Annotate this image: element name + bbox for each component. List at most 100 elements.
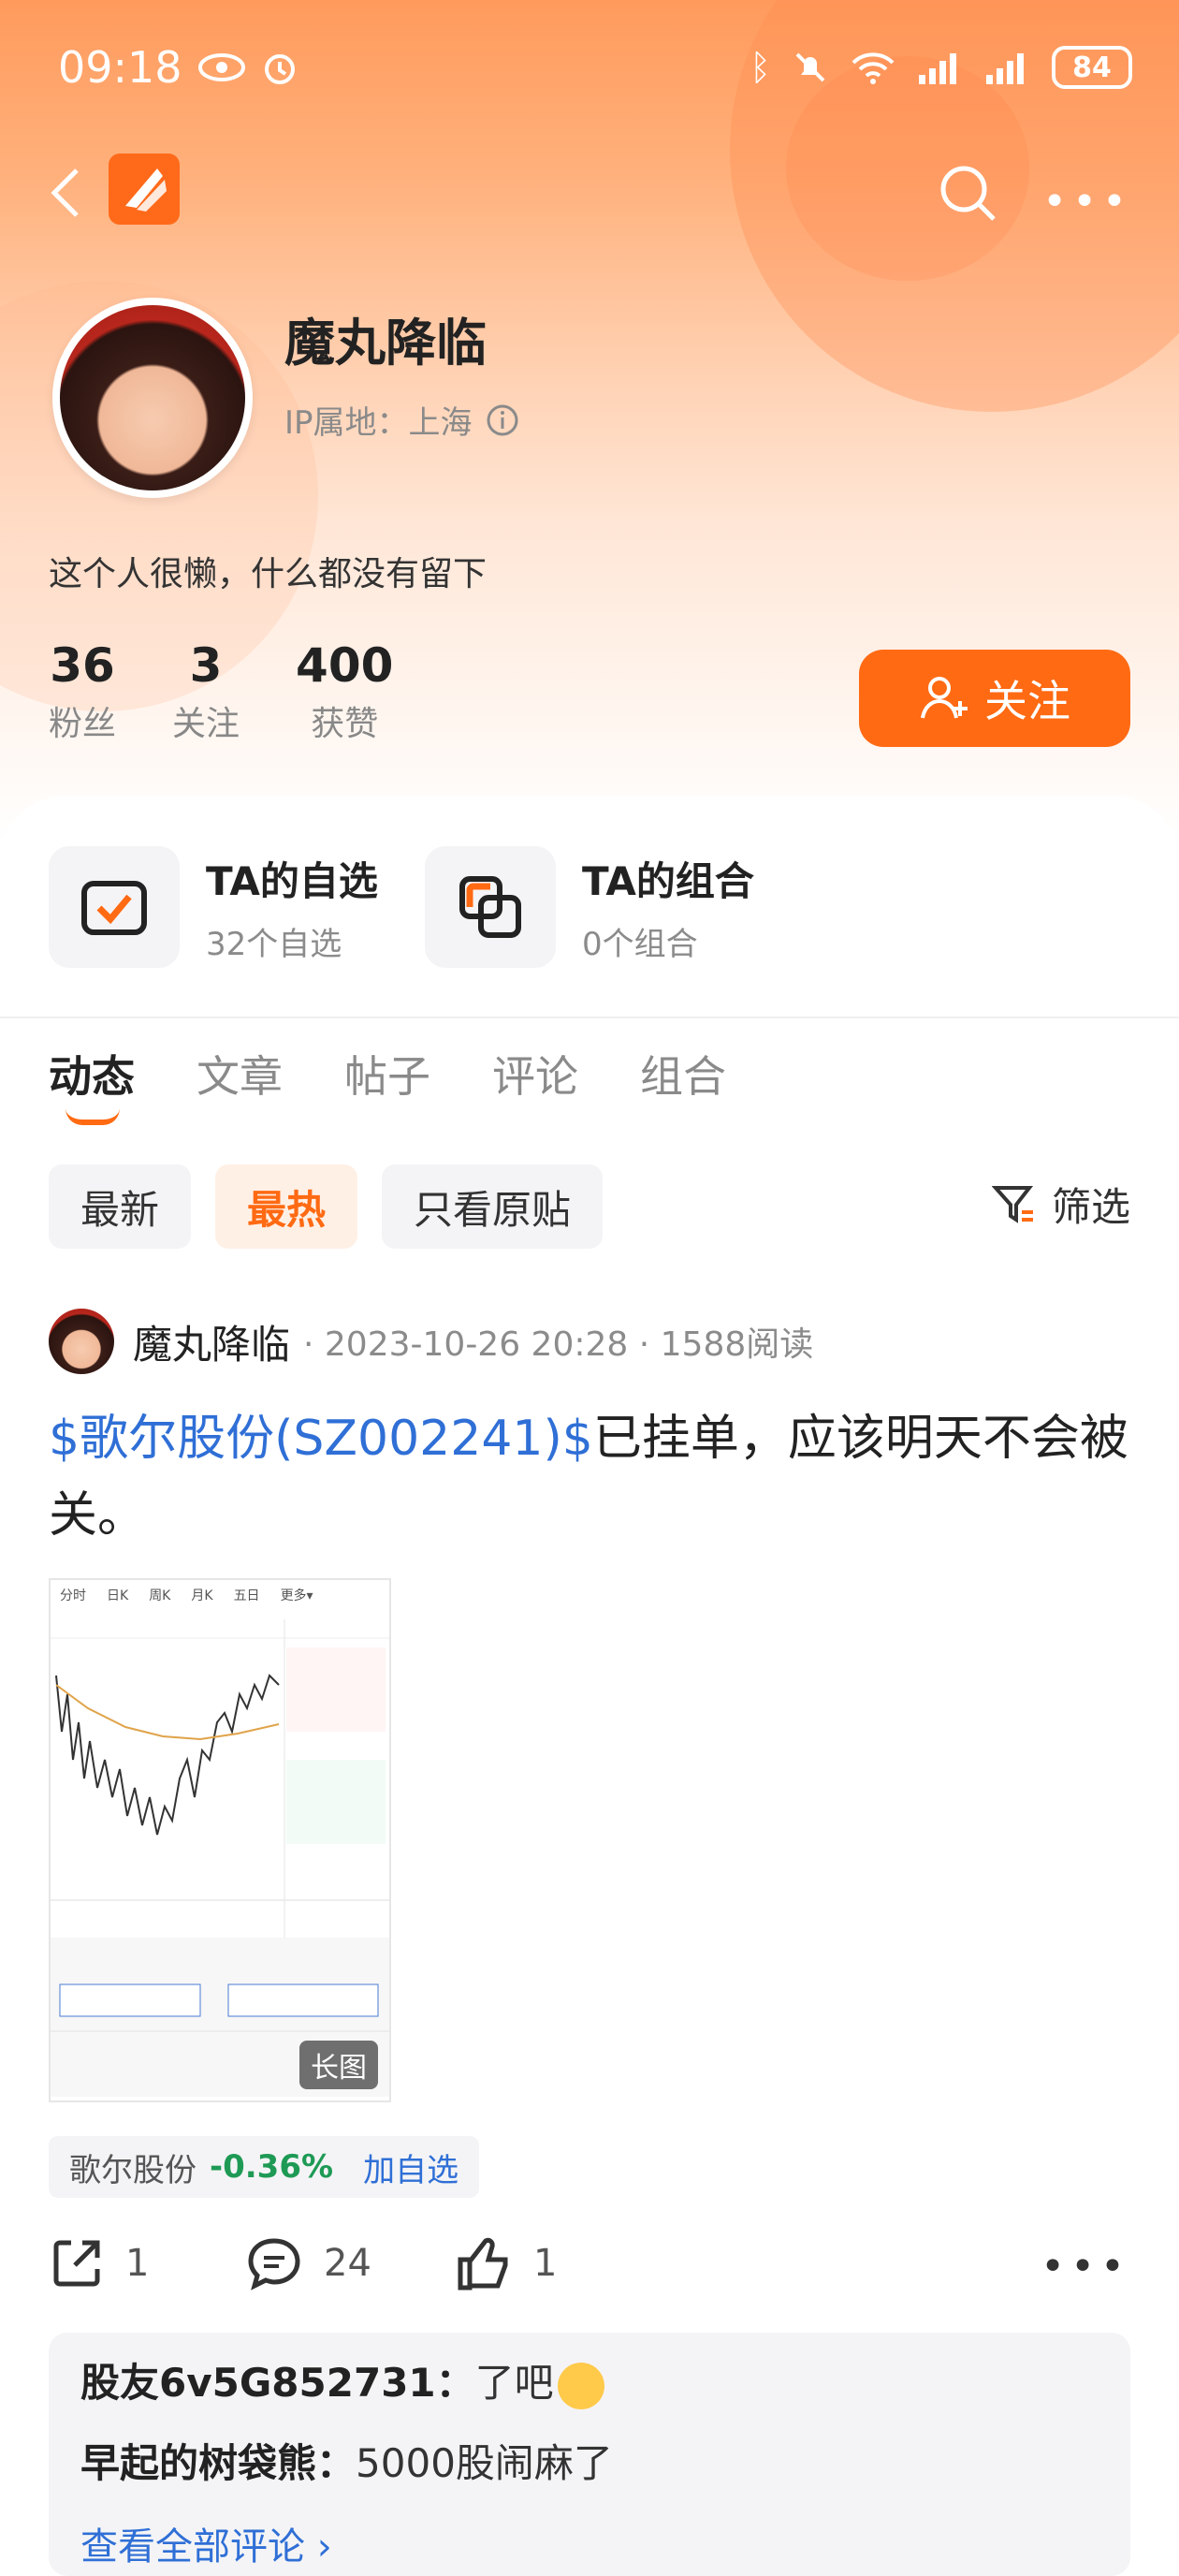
mute-bell-icon <box>795 52 825 82</box>
ip-location: IP属地：上海 <box>284 397 519 443</box>
back-icon[interactable] <box>47 167 84 219</box>
wifi-icon <box>852 52 895 84</box>
filter-icon <box>991 1185 1034 1223</box>
comment-icon <box>248 2238 300 2291</box>
post-author-avatar[interactable] <box>49 1309 114 1374</box>
tab-label: 动态 <box>49 1051 135 1102</box>
tab-posts[interactable]: 帖子 <box>344 1043 430 1105</box>
filter-label: 筛选 <box>1051 1184 1130 1230</box>
chip-original-only[interactable]: 只看原贴 <box>382 1164 604 1249</box>
stat-following[interactable]: 3 关注 <box>172 638 240 745</box>
chip-latest[interactable]: 最新 <box>49 1164 192 1249</box>
follow-button[interactable]: 关注 <box>859 650 1130 747</box>
portfolio-title: TA的组合 <box>582 858 754 904</box>
signal-icon <box>986 53 1024 84</box>
image-tab: 月K <box>191 1588 213 1603</box>
like-button[interactable]: 1 <box>455 2235 557 2291</box>
add-watchlist-button[interactable]: 加自选 <box>363 2144 458 2190</box>
comment-text: 5000股闹麻了 <box>356 2440 613 2486</box>
profile-name: 魔丸降临 <box>284 314 487 373</box>
stat-value: 3 <box>189 638 223 693</box>
battery-indicator: 84 <box>1052 46 1132 89</box>
post-actions: 1 24 1 ••• <box>49 2235 1130 2301</box>
post-header: 魔丸降临 · 2023-10-26 20:28 · 1588阅读 <box>49 1309 813 1374</box>
more-options-icon[interactable]: ••• <box>1041 2243 1130 2291</box>
follow-label: 关注 <box>984 676 1070 726</box>
stat-value: 36 <box>50 638 115 693</box>
divider <box>0 1017 1179 1018</box>
app-logo <box>109 154 180 225</box>
filter-button[interactable]: 筛选 <box>991 1176 1130 1233</box>
status-bar: 09:18 ᛒ 84 <box>58 37 1132 97</box>
avatar[interactable] <box>52 298 253 498</box>
signal-icon <box>919 53 956 84</box>
watchlist-icon <box>49 846 180 968</box>
comment-item: 早起的树袋熊：5000股闹麻了 <box>80 2432 613 2489</box>
more-icon[interactable]: ••• <box>1042 178 1132 226</box>
ip-location-text: IP属地：上海 <box>284 404 473 442</box>
image-tab: 分时 <box>60 1588 86 1603</box>
tab-portfolios[interactable]: 组合 <box>640 1043 726 1105</box>
image-tab: 日K <box>107 1588 129 1603</box>
comment-user[interactable]: 股友6v5G852731 <box>80 2360 436 2406</box>
view-all-comments-link[interactable]: 查看全部评论 › <box>80 2516 332 2570</box>
tab-dynamics[interactable]: 动态 <box>49 1043 135 1125</box>
search-icon[interactable] <box>936 161 1001 227</box>
comment-user[interactable]: 早起的树袋熊 <box>80 2440 316 2486</box>
share-icon <box>53 2240 100 2287</box>
comment-separator: ： <box>435 2360 475 2406</box>
stat-likes[interactable]: 400 获赞 <box>296 638 393 745</box>
image-tab: 更多▾ <box>280 1588 313 1603</box>
image-tab: 五日 <box>233 1588 260 1603</box>
stock-name: 歌尔股份 <box>69 2151 196 2189</box>
status-time: 09:18 <box>58 42 182 93</box>
portfolio-count: 0个组合 <box>582 926 698 963</box>
comment-count: 24 <box>324 2242 371 2285</box>
share-count: 1 <box>125 2242 150 2285</box>
comment-separator: ： <box>316 2440 357 2486</box>
comment-preview[interactable]: 股友6v5G852731：了吧 早起的树袋熊：5000股闹麻了 查看全部评论 › <box>49 2333 1130 2576</box>
comment-item: 股友6v5G852731：了吧 <box>80 2351 604 2409</box>
stock-chip[interactable]: 歌尔股份 -0.36% 加自选 <box>49 2136 480 2198</box>
stat-value: 400 <box>296 638 394 693</box>
post-body[interactable]: $歌尔股份(SZ002241)$已挂单，应该明天不会被关。 <box>49 1400 1134 1554</box>
add-user-icon <box>921 677 968 719</box>
sort-chips: 最新 最热 只看原贴 <box>49 1164 604 1249</box>
bluetooth-icon: ᛒ <box>750 47 771 88</box>
content-tabs: 动态 文章 帖子 评论 组合 <box>49 1043 726 1125</box>
profile-stats: 36 粉丝 3 关注 400 获赞 <box>49 638 393 745</box>
sweat-emoji-icon <box>557 2362 604 2409</box>
tab-articles[interactable]: 文章 <box>196 1043 283 1105</box>
tab-indicator <box>66 1108 120 1125</box>
share-button[interactable]: 1 <box>49 2235 149 2291</box>
portfolio-icon <box>425 846 556 968</box>
info-icon[interactable] <box>486 403 519 437</box>
alarm-icon <box>264 54 295 84</box>
post-image[interactable]: 分时 日K 周K 月K 五日 更多▾ 长图 <box>49 1578 391 2102</box>
top-nav: ••• <box>47 150 1132 234</box>
post-author-name[interactable]: 魔丸降临 <box>133 1313 290 1370</box>
eye-icon <box>197 53 245 81</box>
stat-label: 关注 <box>172 705 240 743</box>
portfolio-entry[interactable]: TA的组合 0个组合 <box>425 846 754 968</box>
image-chart-tabs: 分时 日K 周K 月K 五日 更多▾ <box>60 1586 313 1604</box>
comment-button[interactable]: 24 <box>245 2235 371 2291</box>
stock-chart-thumbnail <box>51 1619 389 2097</box>
comment-text: 了吧 <box>474 2360 554 2406</box>
stat-fans[interactable]: 36 粉丝 <box>49 638 116 745</box>
post-meta: · 2023-10-26 20:28 · 1588阅读 <box>303 1325 814 1364</box>
stat-label: 粉丝 <box>49 705 117 743</box>
thumbs-up-icon <box>458 2237 508 2291</box>
watchlist-count: 32个自选 <box>206 926 342 963</box>
stock-tag-link[interactable]: $歌尔股份(SZ002241)$ <box>49 1411 593 1467</box>
image-tab: 周K <box>149 1588 171 1603</box>
tab-comments[interactable]: 评论 <box>492 1043 578 1105</box>
stat-label: 获赞 <box>311 705 379 743</box>
chip-hottest[interactable]: 最热 <box>215 1164 358 1249</box>
profile-bio: 这个人很懒，什么都没有留下 <box>49 555 488 593</box>
like-count: 1 <box>533 2242 558 2285</box>
stock-change: -0.36% <box>210 2148 334 2186</box>
watchlist-title: TA的自选 <box>206 858 378 904</box>
long-image-tag: 长图 <box>299 2041 378 2089</box>
watchlist-entry[interactable]: TA的自选 32个自选 <box>49 846 378 968</box>
